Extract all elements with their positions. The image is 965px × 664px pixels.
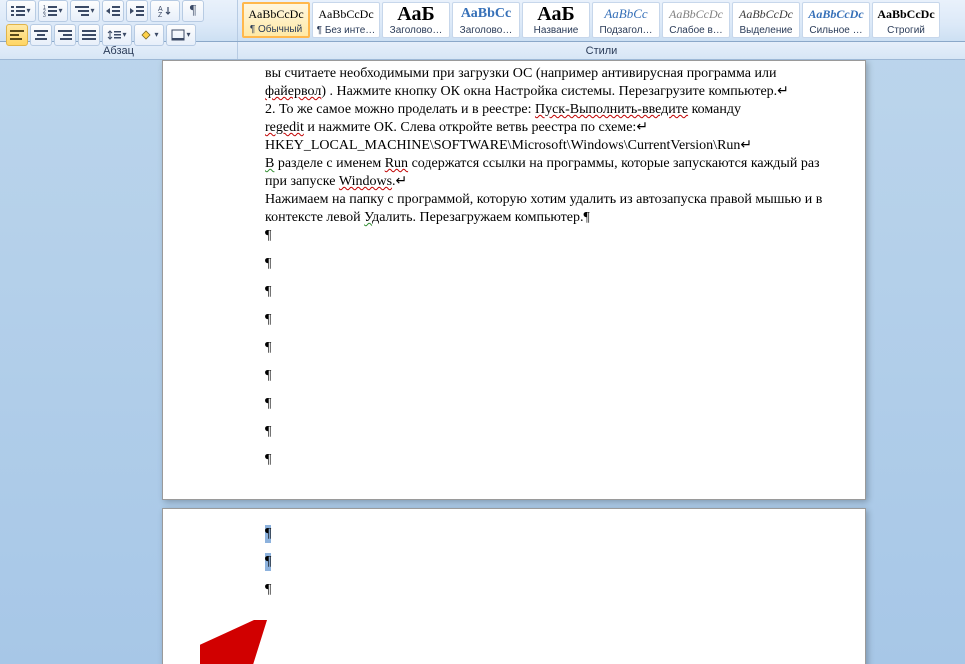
style-tile-5[interactable]: AaBbCcПодзагол…: [592, 2, 660, 38]
doc-text-spellerror[interactable]: regedit: [265, 120, 304, 135]
style-sample: AaBbCcDc: [663, 3, 729, 25]
style-label: Название: [523, 25, 589, 36]
doc-text-spellerror[interactable]: Windows: [339, 174, 392, 189]
numbering-button[interactable]: 123▾: [38, 0, 68, 22]
svg-text:Z: Z: [158, 12, 163, 17]
empty-paragraph-mark[interactable]: ¶: [265, 395, 835, 423]
selected-paragraph-mark[interactable]: ¶: [265, 525, 835, 553]
doc-text[interactable]: далить. Перезагружаем компьютер.¶: [372, 210, 590, 225]
empty-paragraph-mark[interactable]: ¶: [265, 581, 835, 609]
style-tile-4[interactable]: АаБНазвание: [522, 2, 590, 38]
style-label: Заголово…: [383, 25, 449, 36]
paragraph-group: ▾ 123▾ ▾ AZ ¶: [0, 0, 238, 41]
doc-text-grammarerror[interactable]: В: [265, 156, 274, 171]
style-tile-1[interactable]: AaBbCcDc¶ Без инте…: [312, 2, 380, 38]
ribbon: ▾ 123▾ ▾ AZ ¶: [0, 0, 965, 42]
style-label: ¶ Без инте…: [313, 25, 379, 36]
style-tile-8[interactable]: AaBbCcDcСильное …: [802, 2, 870, 38]
style-sample: AaBbCc: [593, 3, 659, 25]
style-tile-9[interactable]: AaBbCcDcСтрогий: [872, 2, 940, 38]
style-tile-7[interactable]: AaBbCcDcВыделение: [732, 2, 800, 38]
empty-paragraph-mark[interactable]: ¶: [265, 311, 835, 339]
style-sample: AaBbCcDc: [873, 3, 939, 25]
doc-text[interactable]: и нажмите ОК. Слева откройте ветвь реест…: [304, 120, 648, 135]
doc-text[interactable]: HKEY_LOCAL_MACHINE\SOFTWARE\Microsoft\Wi…: [265, 138, 752, 153]
bullets-button[interactable]: ▾: [6, 0, 36, 22]
doc-text-spellerror[interactable]: Run: [385, 156, 408, 171]
empty-paragraph-mark[interactable]: ¶: [265, 255, 835, 283]
style-label: Строгий: [873, 25, 939, 36]
style-sample: АаБ: [523, 3, 589, 25]
doc-text-spellerror[interactable]: файервол: [265, 84, 321, 99]
style-tile-2[interactable]: АаБЗаголово…: [382, 2, 450, 38]
selected-paragraph-mark[interactable]: ¶: [265, 553, 835, 581]
paragraph-group-label: Абзац: [0, 42, 238, 59]
doc-text[interactable]: 2. То же самое можно проделать и в реест…: [265, 102, 535, 117]
doc-text[interactable]: разделе с именем: [274, 156, 384, 171]
document-page-1[interactable]: вы считаете необходимыми при загрузки ОС…: [162, 60, 866, 500]
empty-paragraph-mark[interactable]: ¶: [265, 451, 835, 479]
document-page-2[interactable]: ¶¶ ¶: [162, 508, 866, 664]
ribbon-group-labels: Абзац Стили: [0, 42, 965, 60]
document-workspace: вы считаете необходимыми при загрузки ОС…: [0, 60, 965, 664]
styles-gallery[interactable]: AaBbCcDc¶ ОбычныйAaBbCcDc¶ Без инте…АаБЗ…: [238, 0, 965, 41]
style-tile-3[interactable]: АаВbCcЗаголово…: [452, 2, 520, 38]
document-body-text[interactable]: вы считаете необходимыми при загрузки ОС…: [163, 61, 865, 479]
style-sample: АаВbCc: [453, 3, 519, 25]
doc-text[interactable]: вы считаете необходимыми при загрузки ОС…: [265, 66, 776, 81]
style-tile-0[interactable]: AaBbCcDc¶ Обычный: [242, 2, 310, 38]
doc-text-grammarerror[interactable]: У: [364, 210, 372, 225]
doc-text[interactable]: ) . Нажмите кнопку ОК окна Настройка сис…: [321, 84, 789, 99]
empty-paragraph-mark[interactable]: ¶: [265, 339, 835, 367]
styles-group-label: Стили: [238, 42, 965, 59]
doc-text[interactable]: .↵: [392, 174, 407, 189]
style-sample: AaBbCcDc: [733, 3, 799, 25]
decrease-indent-button[interactable]: [102, 0, 124, 22]
doc-text[interactable]: команду: [688, 102, 741, 117]
document-body-text[interactable]: ¶¶ ¶: [163, 509, 865, 609]
increase-indent-button[interactable]: [126, 0, 148, 22]
sort-button[interactable]: AZ: [150, 0, 180, 22]
empty-paragraph-mark[interactable]: ¶: [265, 227, 835, 255]
show-hide-pilcrow-button[interactable]: ¶: [182, 0, 204, 22]
style-label: Выделение: [733, 25, 799, 36]
multilevel-list-button[interactable]: ▾: [70, 0, 100, 22]
svg-text:3: 3: [43, 13, 46, 17]
style-label: Сильное …: [803, 25, 869, 36]
style-label: Заголово…: [453, 25, 519, 36]
style-tile-6[interactable]: AaBbCcDcСлабое в…: [662, 2, 730, 38]
empty-paragraph-mark[interactable]: ¶: [265, 423, 835, 451]
style-label: Подзагол…: [593, 25, 659, 36]
style-sample: AaBbCcDc: [803, 3, 869, 25]
style-sample: AaBbCcDc: [244, 4, 308, 24]
empty-paragraph-mark[interactable]: ¶: [265, 283, 835, 311]
empty-paragraph-mark[interactable]: ¶: [265, 367, 835, 395]
style-label: Слабое в…: [663, 25, 729, 36]
doc-text-spellerror[interactable]: Пуск-Выполнить-введите: [535, 102, 688, 117]
style-sample: AaBbCcDc: [313, 3, 379, 25]
style-sample: АаБ: [383, 3, 449, 25]
style-label: ¶ Обычный: [244, 24, 308, 35]
